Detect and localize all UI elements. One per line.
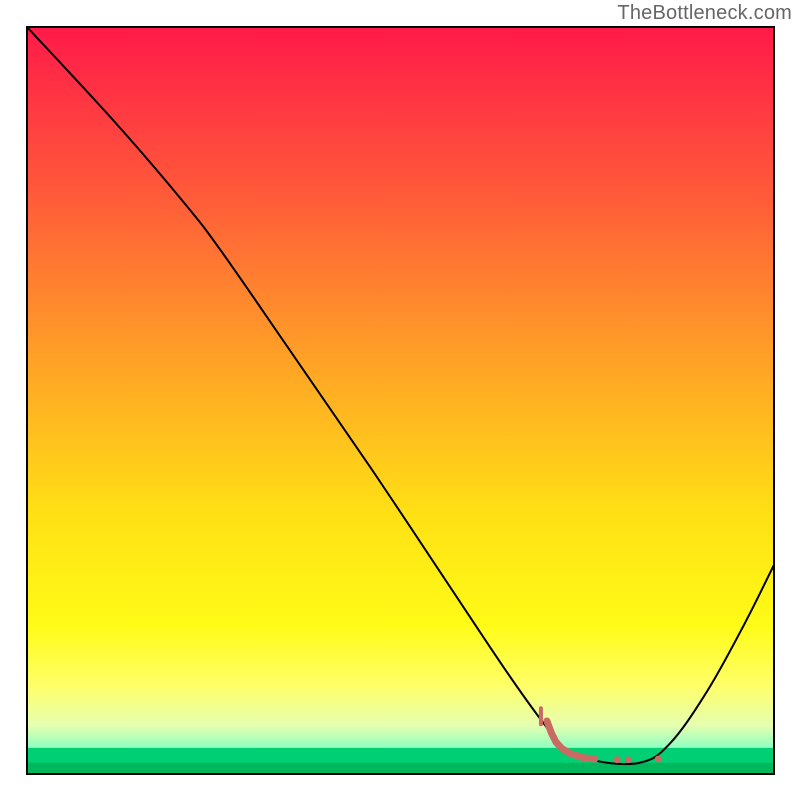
plot-area <box>27 27 774 774</box>
gradient-background <box>27 27 774 774</box>
attribution-text: TheBottleneck.com <box>617 2 792 25</box>
chart-canvas: TheBottleneck.com <box>0 0 800 800</box>
chart-svg <box>0 0 800 800</box>
